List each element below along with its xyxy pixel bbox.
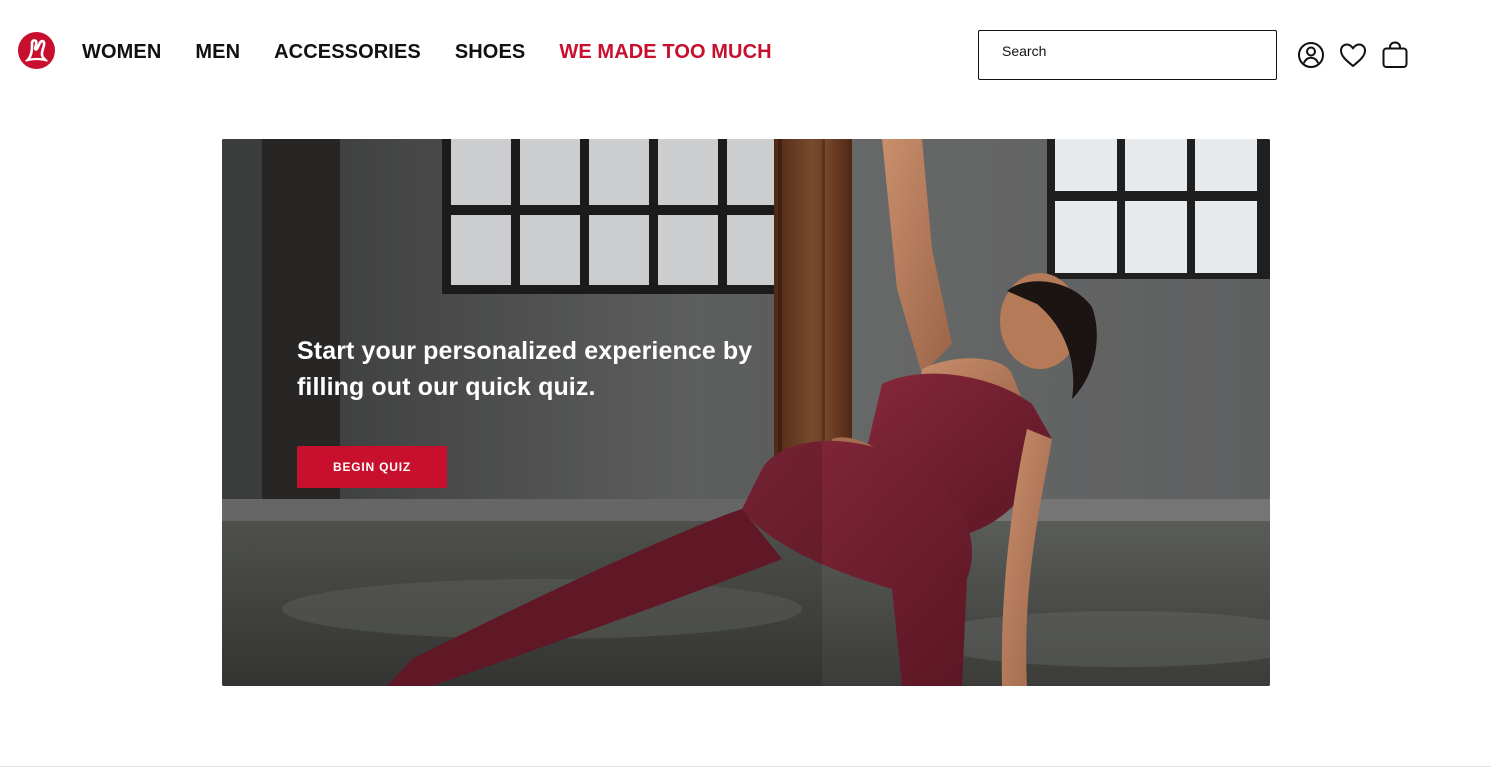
nav-item-men[interactable]: MEN [195, 41, 240, 64]
hero-image [222, 139, 1270, 686]
nav-item-we-made-too-much[interactable]: WE MADE TOO MUCH [559, 41, 771, 64]
heart-icon[interactable] [1338, 40, 1368, 70]
primary-nav: WOMEN MEN ACCESSORIES SHOES WE MADE TOO … [82, 38, 772, 66]
hero-headline: Start your personalized experience by fi… [297, 337, 753, 401]
hero-banner: Start your personalized experience by fi… [222, 139, 1270, 686]
nav-item-shoes[interactable]: SHOES [455, 41, 526, 64]
search-box [978, 30, 1277, 80]
search-input[interactable] [979, 31, 1276, 79]
shopping-bag-icon[interactable] [1380, 40, 1410, 70]
lululemon-logo-icon[interactable] [18, 32, 55, 69]
window-right [1047, 139, 1270, 279]
account-icon[interactable] [1296, 40, 1326, 70]
nav-item-women[interactable]: WOMEN [82, 41, 161, 64]
site-header: WOMEN MEN ACCESSORIES SHOES WE MADE TOO … [0, 0, 1491, 105]
page-divider [0, 766, 1491, 767]
nav-item-accessories[interactable]: ACCESSORIES [274, 41, 421, 64]
begin-quiz-button[interactable]: BEGIN QUIZ [297, 446, 447, 488]
